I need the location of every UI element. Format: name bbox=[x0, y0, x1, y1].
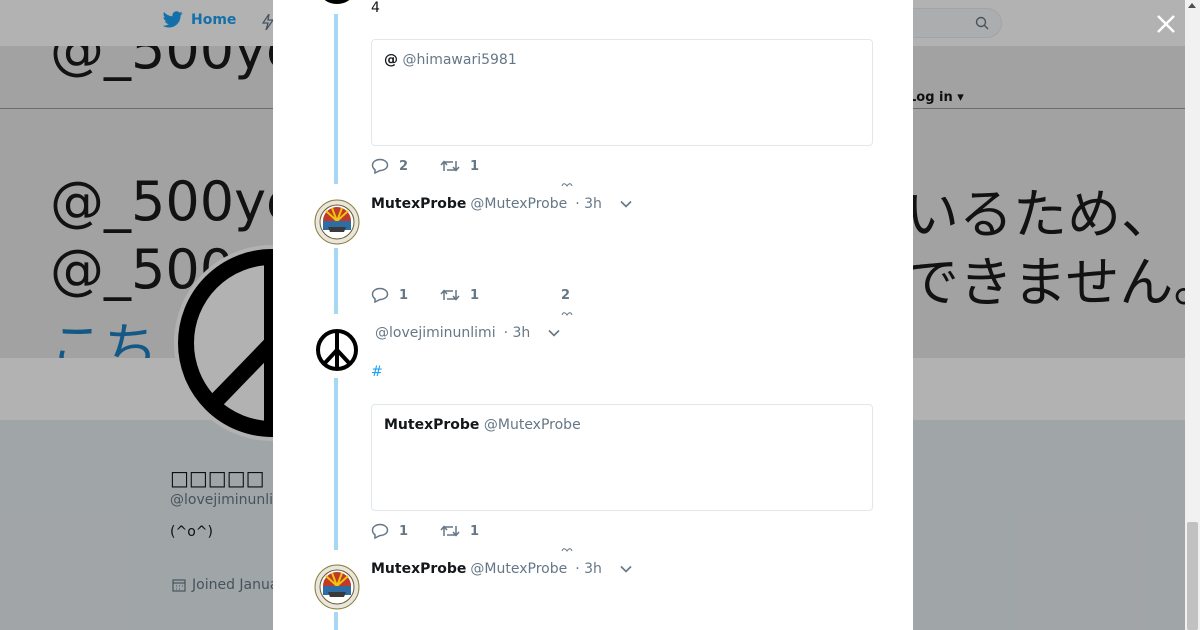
avatar-peace-icon[interactable] bbox=[314, 327, 360, 373]
reply-icon bbox=[371, 287, 389, 303]
quoted-tweet[interactable]: MutexProbe @MutexProbe bbox=[371, 404, 873, 511]
thread-line bbox=[334, 612, 338, 630]
reply-button[interactable]: 1 bbox=[371, 287, 408, 303]
tweet-author-handle[interactable]: @MutexProbe bbox=[470, 196, 567, 212]
scroll-thumb[interactable] bbox=[1187, 522, 1198, 630]
like-icon[interactable] bbox=[561, 548, 573, 552]
thread-line bbox=[334, 378, 338, 550]
reply-button[interactable]: 1 bbox=[371, 523, 408, 539]
retweet-button[interactable]: 1 bbox=[440, 287, 479, 303]
close-icon[interactable] bbox=[1154, 12, 1178, 36]
retweet-icon bbox=[440, 160, 460, 172]
reply-count: 2 bbox=[399, 158, 409, 174]
tweet-time[interactable]: · 3h bbox=[504, 325, 531, 341]
avatar-mutexprobe-icon[interactable] bbox=[314, 564, 360, 610]
like-count[interactable]: 2 bbox=[561, 288, 570, 303]
tweet-header: MutexProbe @MutexProbe · 3h bbox=[371, 196, 632, 212]
hashtag-link[interactable]: # bbox=[371, 364, 383, 380]
avatar-mutexprobe-icon[interactable] bbox=[314, 199, 360, 245]
tweet-actions: 1 1 bbox=[371, 523, 479, 539]
retweet-count: 1 bbox=[470, 158, 480, 174]
chevron-down-icon[interactable] bbox=[620, 200, 632, 208]
page-scrollbar[interactable] bbox=[1185, 0, 1200, 630]
chevron-down-icon[interactable] bbox=[548, 329, 560, 337]
tweet-author-name[interactable]: MutexProbe bbox=[371, 561, 466, 577]
tweet-time[interactable]: · 3h bbox=[575, 196, 602, 212]
quoted-tweet[interactable]: @ @himawari5981 bbox=[371, 39, 873, 146]
scroll-up-arrow-icon[interactable] bbox=[1188, 3, 1196, 8]
like-icon[interactable] bbox=[561, 183, 573, 187]
reply-icon bbox=[371, 523, 389, 539]
like-icon[interactable] bbox=[561, 312, 573, 316]
tweet-header: @lovejiminunlimi · 3h bbox=[375, 325, 560, 341]
retweet-count: 1 bbox=[470, 287, 480, 303]
tweet-author-name[interactable]: MutexProbe bbox=[371, 196, 466, 212]
tweet-header: MutexProbe @MutexProbe · 3h bbox=[371, 561, 632, 577]
reply-count: 1 bbox=[399, 523, 409, 539]
tweet-actions: 2 1 bbox=[371, 158, 479, 174]
quote-author-handle: @MutexProbe bbox=[483, 417, 581, 433]
quote-author-name: MutexProbe bbox=[384, 417, 480, 433]
tweet-time[interactable]: · 3h bbox=[575, 561, 602, 577]
retweet-button[interactable]: 1 bbox=[440, 523, 479, 539]
retweet-button[interactable]: 1 bbox=[440, 158, 479, 174]
retweet-icon bbox=[440, 525, 460, 537]
avatar-peace-icon[interactable] bbox=[314, 0, 360, 6]
chevron-down-icon[interactable] bbox=[620, 565, 632, 573]
retweet-icon bbox=[440, 289, 460, 301]
tweet-actions: 1 1 bbox=[371, 287, 479, 303]
tweet-author-handle[interactable]: @MutexProbe bbox=[470, 561, 567, 577]
reply-button[interactable]: 2 bbox=[371, 158, 408, 174]
tweet-text: 4 bbox=[371, 0, 380, 16]
thread-line bbox=[334, 248, 338, 314]
thread-line bbox=[334, 14, 338, 184]
tweet-author-handle[interactable]: @lovejiminunlimi bbox=[375, 325, 496, 341]
conversation-modal: 4 @ @himawari5981 2 1 MutexProbe @MutexPr… bbox=[273, 0, 913, 630]
retweet-count: 1 bbox=[470, 523, 480, 539]
quote-at: @ bbox=[384, 52, 398, 68]
reply-icon bbox=[371, 158, 389, 174]
reply-count: 1 bbox=[399, 287, 409, 303]
quote-handle: @himawari5981 bbox=[402, 52, 517, 68]
